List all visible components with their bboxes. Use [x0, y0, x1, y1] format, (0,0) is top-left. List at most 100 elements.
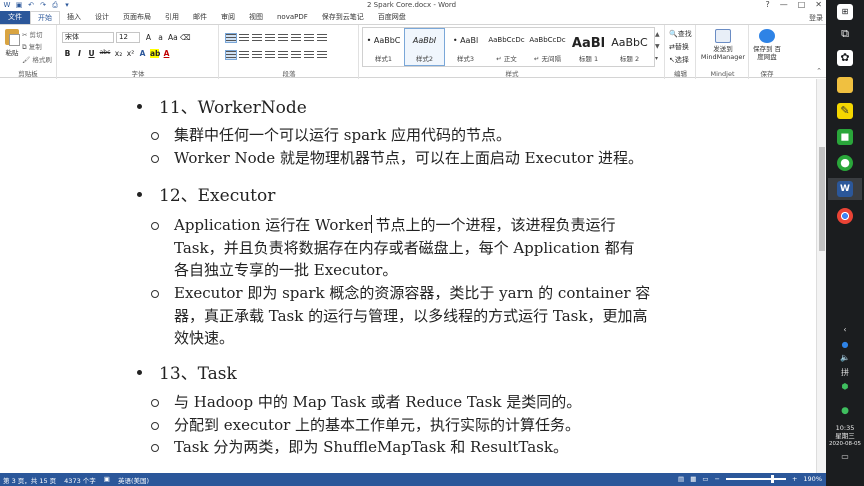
- multilevel-list-icon[interactable]: [252, 34, 262, 42]
- print-layout-icon[interactable]: ▦: [690, 475, 696, 483]
- style-tile[interactable]: AaBbC 标题 2: [609, 28, 650, 66]
- close-button[interactable]: ✕: [815, 0, 822, 9]
- redo-icon[interactable]: ↷: [39, 1, 47, 9]
- style-tile[interactable]: • AaBl 样式3: [445, 28, 486, 66]
- chrome-icon[interactable]: [837, 208, 853, 224]
- zoom-level[interactable]: 190%: [803, 475, 822, 483]
- font-name-box[interactable]: 宋体: [62, 32, 114, 43]
- bold-button[interactable]: B: [63, 49, 72, 58]
- language-status[interactable]: 英语(美国): [118, 475, 149, 485]
- task-view-icon[interactable]: ⧉: [837, 26, 853, 42]
- change-case-icon[interactable]: Aa: [168, 33, 178, 42]
- collapse-ribbon-icon[interactable]: ⌃: [816, 67, 822, 75]
- login-link[interactable]: 登录: [809, 13, 823, 23]
- clear-format-icon[interactable]: ⌫: [180, 33, 191, 42]
- volume-icon[interactable]: 🔈: [826, 353, 864, 362]
- print-preview-icon[interactable]: ⎙: [51, 1, 59, 9]
- document-page[interactable]: 11、WorkerNode 集群中任何一个可以运行 spark 应用代码的节点。 W…: [0, 79, 816, 473]
- cut-button[interactable]: ✂ 剪切: [22, 29, 52, 39]
- minimize-button[interactable]: —: [780, 0, 788, 9]
- scrollbar-thumb[interactable]: [819, 147, 825, 251]
- notification-icon[interactable]: ▭: [826, 452, 864, 461]
- shrink-font-icon[interactable]: a: [156, 33, 165, 42]
- sticky-notes-icon[interactable]: ✎: [837, 103, 853, 119]
- select-button[interactable]: ↖选择: [669, 55, 692, 65]
- green-app-icon[interactable]: ◼: [837, 129, 853, 145]
- tab-home[interactable]: 开始: [30, 11, 60, 24]
- font-size-box[interactable]: 12: [116, 32, 140, 43]
- tab-cloud-note[interactable]: 保存到云笔记: [315, 11, 371, 24]
- tab-insert[interactable]: 插入: [60, 11, 88, 24]
- line-spacing-icon[interactable]: [291, 51, 301, 59]
- format-painter-button[interactable]: 🖌 格式刷: [22, 54, 52, 64]
- sort-icon[interactable]: [304, 34, 314, 42]
- underline-button[interactable]: U: [87, 49, 96, 58]
- tab-view[interactable]: 视图: [242, 11, 270, 24]
- text-effects-icon[interactable]: A: [138, 49, 147, 58]
- tab-mailings[interactable]: 邮件: [186, 11, 214, 24]
- send-to-mindmanager-button[interactable]: 发送到 MindManager: [699, 29, 747, 61]
- strikethrough-button[interactable]: abc: [99, 49, 111, 58]
- page-count[interactable]: 第 3 页，共 15 页: [3, 475, 56, 485]
- subscript-button[interactable]: x₂: [114, 49, 123, 58]
- justify-icon[interactable]: [265, 51, 275, 59]
- show-marks-icon[interactable]: [317, 34, 327, 42]
- wechat-icon[interactable]: ●: [837, 155, 853, 171]
- highlight-icon[interactable]: ab: [150, 49, 160, 58]
- distributed-icon[interactable]: [278, 51, 288, 59]
- align-center-icon[interactable]: [239, 51, 249, 59]
- find-button[interactable]: 🔍查找: [669, 29, 692, 39]
- save-to-baidu-button[interactable]: 保存到 百度网盘: [750, 29, 784, 61]
- tray-green-icon[interactable]: ⬢: [826, 382, 864, 391]
- decrease-indent-icon[interactable]: [265, 34, 275, 42]
- numbering-icon[interactable]: [239, 34, 249, 42]
- save-icon[interactable]: ▣: [15, 1, 23, 9]
- word-count[interactable]: 4373 个字: [64, 475, 96, 485]
- word-icon[interactable]: W: [3, 1, 11, 9]
- tab-design[interactable]: 设计: [88, 11, 116, 24]
- bullets-icon[interactable]: [225, 33, 237, 43]
- tray-overflow-icon[interactable]: ‹: [826, 325, 864, 334]
- tab-novapdf[interactable]: novaPDF: [270, 11, 315, 24]
- zoom-slider[interactable]: [725, 475, 786, 483]
- tab-layout[interactable]: 页面布局: [116, 11, 158, 24]
- start-icon[interactable]: ⊞: [837, 4, 853, 20]
- tab-baidu-pan[interactable]: 百度网盘: [371, 11, 413, 24]
- zoom-in-button[interactable]: +: [792, 475, 797, 483]
- file-explorer-icon[interactable]: [837, 77, 853, 93]
- web-layout-icon[interactable]: ▭: [702, 475, 708, 483]
- grow-font-icon[interactable]: A: [144, 33, 153, 42]
- replace-button[interactable]: ⇄替换: [669, 42, 692, 52]
- read-mode-icon[interactable]: ▤: [678, 475, 684, 483]
- align-left-icon[interactable]: [225, 50, 237, 60]
- word-taskbar-icon[interactable]: W: [837, 181, 853, 197]
- align-right-icon[interactable]: [252, 51, 262, 59]
- input-method-indicator[interactable]: 拼: [826, 367, 864, 378]
- chinese-layout-icon[interactable]: [291, 34, 301, 42]
- copy-button[interactable]: ⧉ 复制: [22, 41, 52, 52]
- shading-icon[interactable]: [304, 51, 314, 59]
- vertical-scrollbar[interactable]: [816, 79, 826, 473]
- increase-indent-icon[interactable]: [278, 34, 288, 42]
- tab-review[interactable]: 审阅: [214, 11, 242, 24]
- wechat-tray-icon[interactable]: ●: [826, 406, 864, 416]
- zoom-slider-knob[interactable]: [770, 475, 774, 483]
- style-tile[interactable]: • AaBbC 样式1: [363, 28, 404, 66]
- style-tile[interactable]: AaBl 标题 1: [568, 28, 609, 66]
- customize-qat-icon[interactable]: ▾: [63, 1, 71, 9]
- help-button[interactable]: ?: [765, 0, 769, 9]
- borders-icon[interactable]: [317, 51, 327, 59]
- style-tile[interactable]: AaBbCcDc ↵ 正文: [486, 28, 527, 66]
- style-tile[interactable]: AaBbI 样式2: [404, 28, 445, 66]
- taskbar-clock[interactable]: 10:35 星期三 2020-08-05: [826, 424, 864, 448]
- zoom-out-button[interactable]: −: [715, 475, 720, 483]
- styles-gallery-scroll[interactable]: ▲ ▼ ▾: [655, 29, 660, 65]
- italic-button[interactable]: I: [75, 49, 84, 58]
- proofing-icon[interactable]: ▣: [104, 475, 110, 485]
- pinned-app-icon[interactable]: ✿: [837, 50, 853, 66]
- superscript-button[interactable]: x²: [126, 49, 135, 58]
- style-tile[interactable]: AaBbCcDc ↵ 无间隔: [527, 28, 568, 66]
- tab-references[interactable]: 引用: [158, 11, 186, 24]
- tab-file[interactable]: 文件: [0, 11, 30, 24]
- font-color-icon[interactable]: A: [162, 49, 171, 58]
